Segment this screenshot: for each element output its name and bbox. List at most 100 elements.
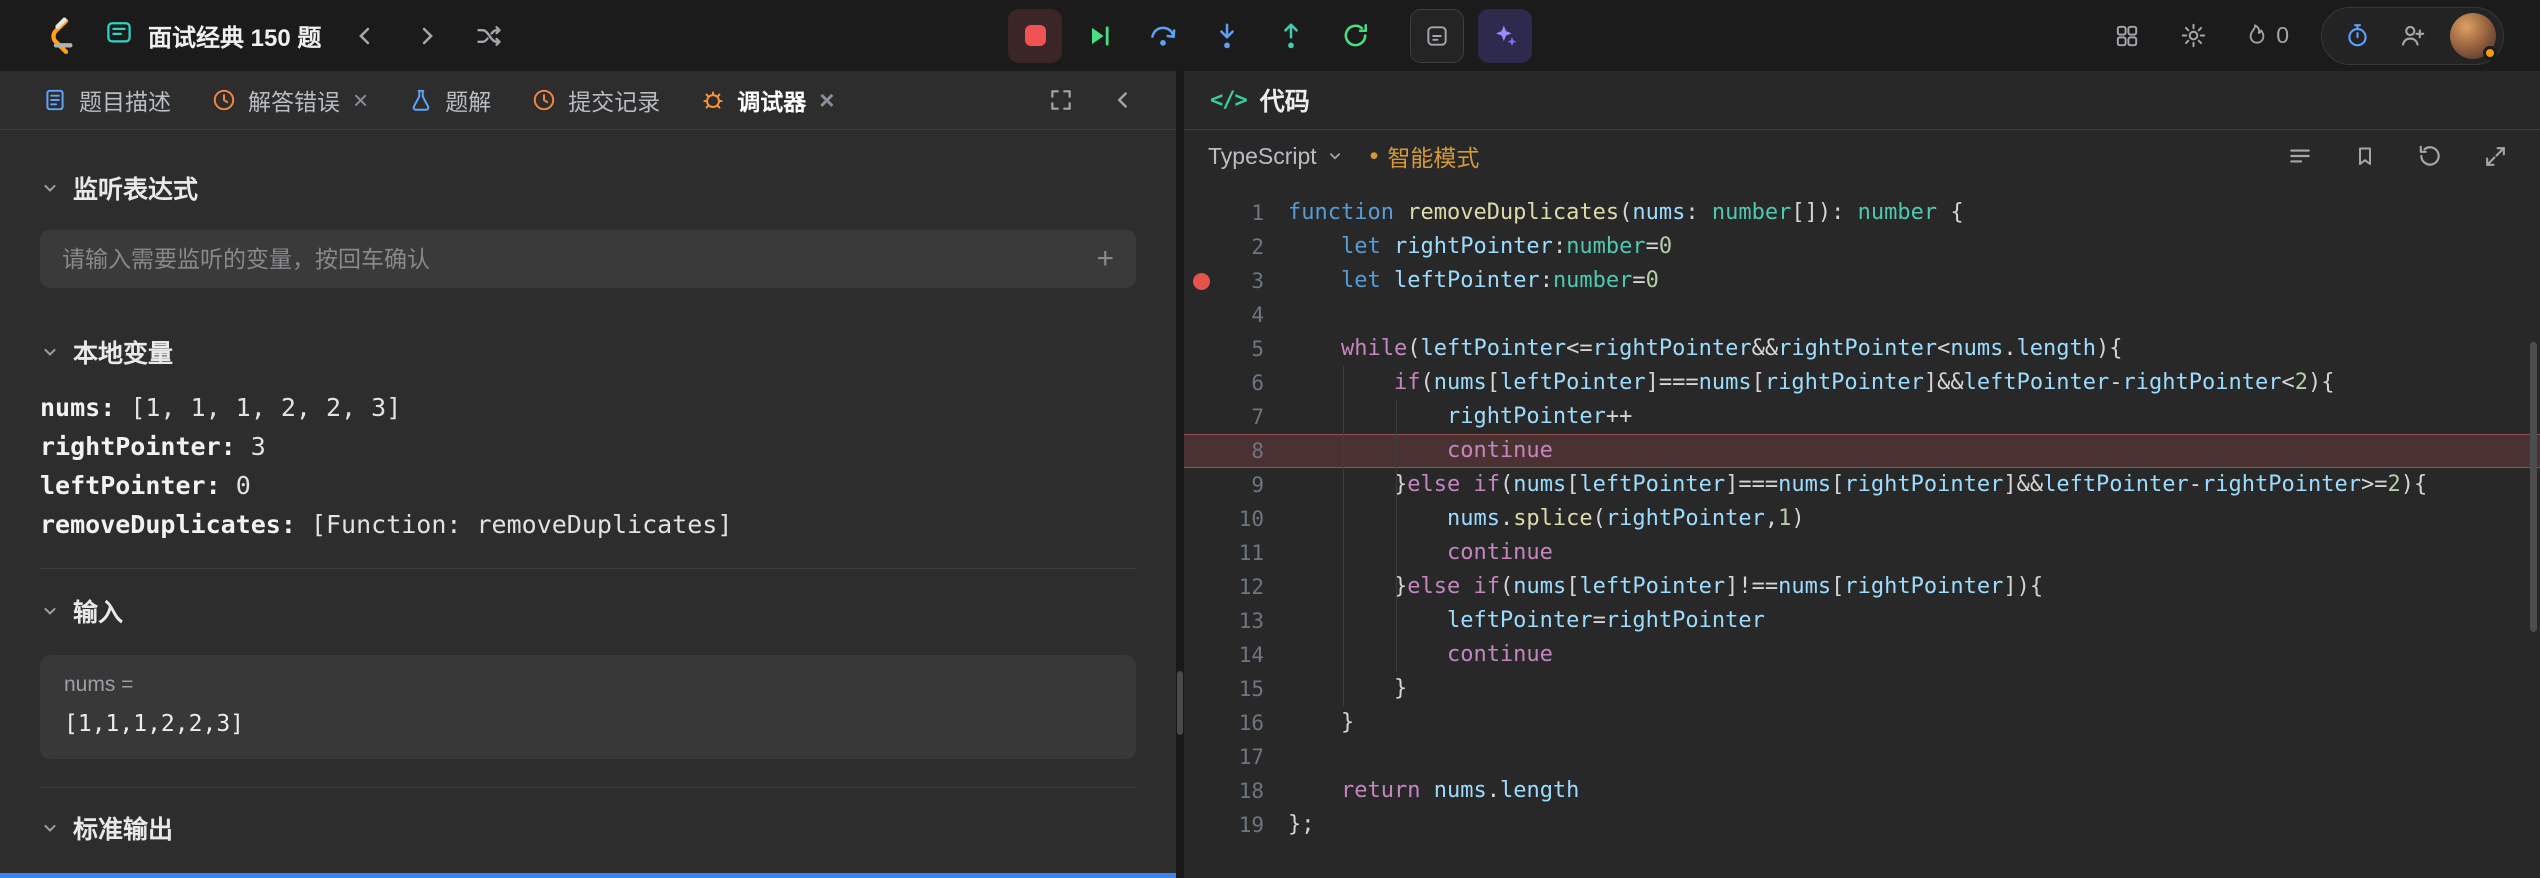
panel-resize-divider[interactable] xyxy=(1176,71,1184,878)
breakpoint-gutter[interactable] xyxy=(1184,468,1218,502)
line-number[interactable]: 14 xyxy=(1218,638,1264,672)
step-over-button[interactable] xyxy=(1136,9,1190,63)
watch-section-header[interactable]: 监听表达式 xyxy=(40,170,1136,206)
code-line: 16 } xyxy=(1184,706,2540,740)
line-number[interactable]: 11 xyxy=(1218,536,1264,570)
code-text: nums.splice(rightPointer,1) xyxy=(1264,502,1805,536)
breakpoint-dot[interactable] xyxy=(1184,264,1218,298)
code-line: 13 leftPointer=rightPointer xyxy=(1184,604,2540,638)
line-number[interactable]: 6 xyxy=(1218,366,1264,400)
breakpoint-gutter[interactable] xyxy=(1184,230,1218,264)
breakpoint-gutter[interactable] xyxy=(1184,196,1218,230)
language-label: TypeScript xyxy=(1208,143,1317,170)
breakpoint-gutter[interactable] xyxy=(1184,298,1218,332)
settings-button[interactable] xyxy=(2176,18,2211,53)
line-number[interactable]: 7 xyxy=(1218,400,1264,434)
code-line: 14 continue xyxy=(1184,638,2540,672)
line-number[interactable]: 1 xyxy=(1218,196,1264,230)
variable-name: leftPointer xyxy=(40,471,236,500)
test-input-box[interactable]: nums = [1,1,1,2,2,3] xyxy=(40,655,1136,759)
line-number[interactable]: 10 xyxy=(1218,502,1264,536)
step-into-icon xyxy=(1212,21,1242,51)
ai-assistant-button[interactable] xyxy=(1478,9,1532,63)
breakpoint-gutter[interactable] xyxy=(1184,808,1218,842)
code-line: 4 xyxy=(1184,298,2540,332)
problem-list-tab[interactable]: 面试经典 150 题 xyxy=(104,17,321,54)
input-arg-label: nums = xyxy=(64,673,1112,697)
add-watch-icon[interactable]: + xyxy=(1096,242,1114,276)
left-tabbar: 题目描述 解答错误 × 题解 xyxy=(0,71,1176,130)
breakpoint-gutter[interactable] xyxy=(1184,672,1218,706)
breakpoint-gutter[interactable] xyxy=(1184,332,1218,366)
avatar[interactable] xyxy=(2450,13,2496,59)
breakpoint-gutter[interactable] xyxy=(1184,400,1218,434)
watch-expression-input[interactable] xyxy=(62,246,1096,273)
line-number[interactable]: 16 xyxy=(1218,706,1264,740)
breakpoint-gutter[interactable] xyxy=(1184,434,1218,468)
line-number[interactable]: 19 xyxy=(1218,808,1264,842)
nav-back-button[interactable] xyxy=(347,18,383,54)
locals-section-header[interactable]: 本地变量 xyxy=(40,334,1136,370)
line-number[interactable]: 12 xyxy=(1218,570,1264,604)
resume-button[interactable] xyxy=(1072,9,1126,63)
timer-button[interactable] xyxy=(2340,18,2375,53)
breakpoint-gutter[interactable] xyxy=(1184,740,1218,774)
breakpoint-gutter[interactable] xyxy=(1184,502,1218,536)
restart-button[interactable] xyxy=(1328,9,1382,63)
breakpoint-gutter[interactable] xyxy=(1184,604,1218,638)
breakpoint-gutter[interactable] xyxy=(1184,774,1218,808)
code-text: continue xyxy=(1264,638,1553,672)
tab-problem-description[interactable]: 题目描述 xyxy=(42,83,171,117)
smart-mode-label: 智能模式 xyxy=(1387,139,1479,173)
breakpoint-gutter[interactable] xyxy=(1184,570,1218,604)
line-number[interactable]: 5 xyxy=(1218,332,1264,366)
note-button[interactable] xyxy=(1410,9,1464,63)
tab-debugger[interactable]: 调试器 × xyxy=(700,83,834,117)
step-into-button[interactable] xyxy=(1200,9,1254,63)
expand-editor-button[interactable] xyxy=(2479,140,2512,173)
editor-scrollbar-thumb[interactable] xyxy=(2530,342,2537,632)
line-number[interactable]: 2 xyxy=(1218,230,1264,264)
fullscreen-button[interactable] xyxy=(1044,83,1078,117)
line-number[interactable]: 13 xyxy=(1218,604,1264,638)
line-number[interactable]: 15 xyxy=(1218,672,1264,706)
breakpoint-gutter[interactable] xyxy=(1184,366,1218,400)
resize-handle[interactable] xyxy=(1177,671,1183,735)
bookmark-button[interactable] xyxy=(2349,140,2381,172)
tab-wrong-answer[interactable]: 解答错误 × xyxy=(211,83,368,117)
collapse-panel-button[interactable] xyxy=(1106,83,1140,117)
local-variables: nums[1, 1, 1, 2, 2, 3] rightPointer3 lef… xyxy=(40,388,1136,544)
language-select[interactable]: TypeScript xyxy=(1208,143,1344,170)
line-number[interactable]: 17 xyxy=(1218,740,1264,774)
close-icon[interactable]: × xyxy=(353,87,368,113)
streak-counter[interactable]: 0 xyxy=(2243,22,2289,49)
code-line: 15 } xyxy=(1184,672,2540,706)
code-editor[interactable]: 1function removeDuplicates(nums: number[… xyxy=(1184,182,2540,878)
line-number[interactable]: 18 xyxy=(1218,774,1264,808)
line-number[interactable]: 8 xyxy=(1218,434,1264,468)
line-number[interactable]: 3 xyxy=(1218,264,1264,298)
close-icon[interactable]: × xyxy=(819,87,834,113)
code-line: 8 continue xyxy=(1184,434,2540,468)
breakpoint-gutter[interactable] xyxy=(1184,638,1218,672)
breakpoint-gutter[interactable] xyxy=(1184,536,1218,570)
leetcode-logo-icon[interactable] xyxy=(38,14,78,58)
stop-button[interactable] xyxy=(1008,9,1062,63)
smart-mode-badge[interactable]: • 智能模式 xyxy=(1370,139,1480,173)
nav-forward-button[interactable] xyxy=(409,18,445,54)
tab-submissions[interactable]: 提交记录 xyxy=(531,83,660,117)
step-out-button[interactable] xyxy=(1264,9,1318,63)
indent-guide xyxy=(1396,400,1397,672)
breakpoint-gutter[interactable] xyxy=(1184,706,1218,740)
format-code-button[interactable] xyxy=(2283,139,2317,173)
line-number[interactable]: 4 xyxy=(1218,298,1264,332)
reset-code-button[interactable] xyxy=(2413,139,2447,173)
indent-guide xyxy=(1343,366,1344,706)
invite-button[interactable] xyxy=(2395,18,2430,53)
line-number[interactable]: 9 xyxy=(1218,468,1264,502)
shuffle-button[interactable] xyxy=(471,18,507,54)
layout-grid-button[interactable] xyxy=(2110,19,2144,53)
tab-solutions[interactable]: 题解 xyxy=(408,83,491,117)
stdout-section-header[interactable]: 标准输出 xyxy=(40,810,1136,846)
input-section-header[interactable]: 输入 xyxy=(40,593,1136,629)
